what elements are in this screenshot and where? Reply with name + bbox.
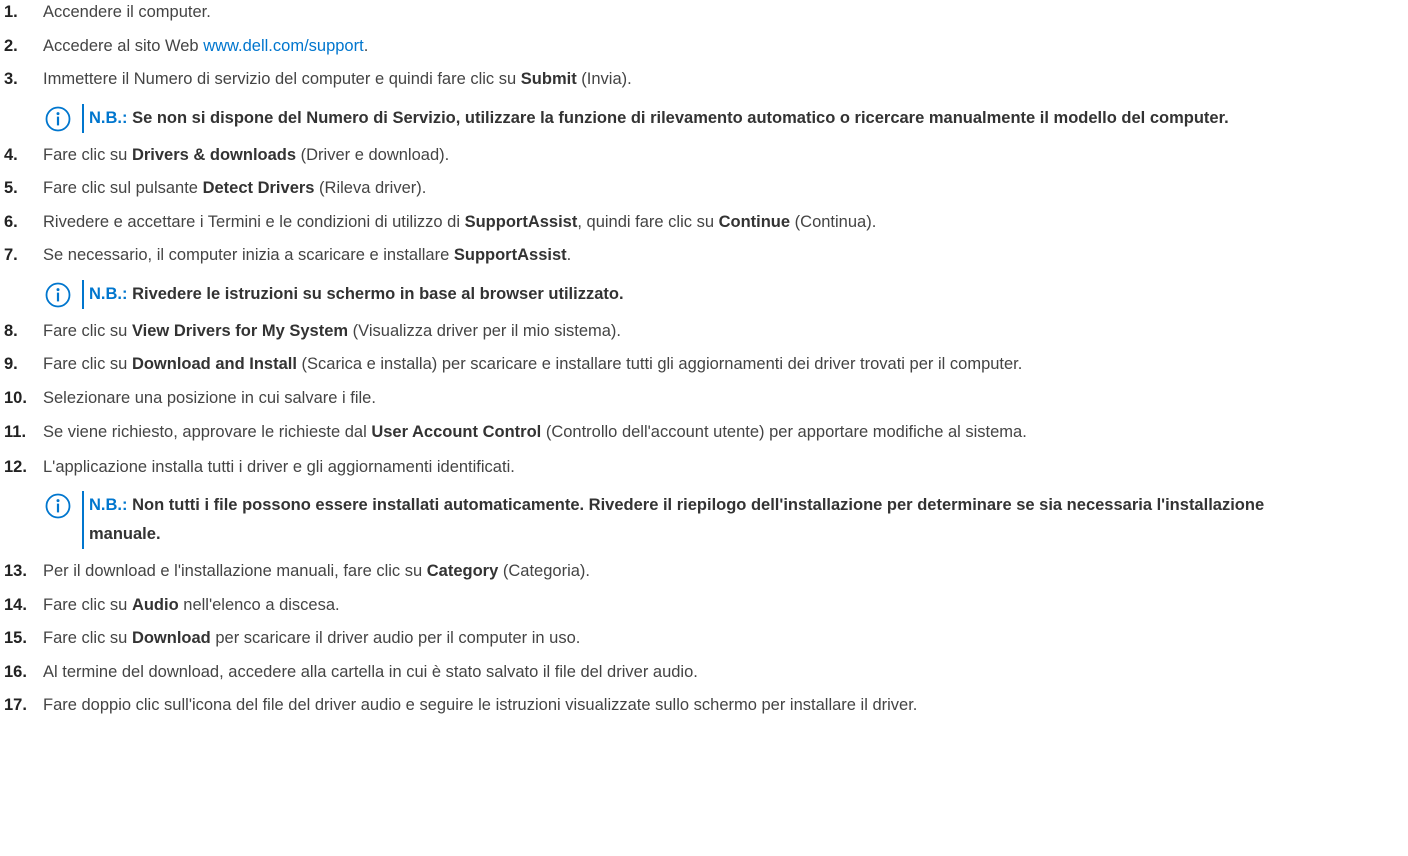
note-bar — [82, 491, 84, 549]
step-text: (Rileva driver). — [314, 179, 427, 197]
step-text: Accendere il computer. — [43, 3, 211, 21]
note-2: N.B.: Rivedere le istruzioni su schermo … — [45, 279, 1339, 309]
note-label: N.B.: — [89, 284, 128, 303]
step-number: 6. — [4, 212, 18, 231]
step-number: 9. — [4, 355, 18, 373]
step-bold-term: SupportAssist — [464, 212, 578, 231]
step-text: nell'elenco a discesa. — [178, 595, 340, 614]
step-text: (Driver e download). — [296, 145, 450, 164]
step-9: 9. Fare clic su Download and Install (Sca… — [0, 355, 1408, 374]
step-text: . — [566, 246, 572, 264]
step-text: (Controllo dell'account utente) per appo… — [541, 423, 1027, 441]
step-text: Fare clic sul pulsante — [43, 179, 203, 197]
note-bar — [82, 103, 84, 133]
note-label: N.B.: — [89, 496, 128, 514]
step-text: per scaricare il driver audio per il com… — [210, 629, 581, 647]
step-text: (Invia). — [576, 70, 632, 88]
note-label: N.B.: — [89, 108, 128, 127]
step-text: L'applicazione installa tutti i driver e… — [43, 457, 515, 476]
step-1: 1. Accendere il computer. — [0, 3, 1408, 22]
note-body: Se non si dispone del Numero di Servizio… — [127, 108, 1229, 127]
step-number: 7. — [4, 246, 18, 264]
note-1: N.B.: Se non si dispone del Numero di Se… — [45, 103, 1339, 133]
step-text: Al termine del download, accedere alla c… — [43, 662, 698, 681]
step-number: 5. — [4, 179, 18, 197]
support-link[interactable]: www.dell.com/support — [203, 37, 363, 55]
step-text: Selezionare una posizione in cui salvare… — [43, 388, 376, 407]
step-text: Fare clic su — [43, 629, 132, 647]
step-text: Se viene richiesto, approvare le richies… — [43, 423, 372, 441]
step-17: 17. Fare doppio clic sull'icona del file … — [0, 696, 1408, 715]
step-bold-term: Download — [131, 629, 211, 647]
note-text: N.B.: Rivedere le istruzioni su schermo … — [89, 280, 1339, 309]
step-bold-term: Drivers & downloads — [131, 145, 297, 164]
step-4: 4. Fare clic su Drivers & downloads (Driv… — [0, 146, 1408, 165]
note-body: Rivedere le istruzioni su schermo in bas… — [127, 284, 624, 303]
step-bold-term: User Account Control — [371, 423, 542, 441]
step-text: Fare doppio clic sull'icona del file del… — [43, 696, 918, 714]
info-icon — [45, 493, 71, 519]
step-text: Per il download e l'installazione manual… — [43, 562, 427, 580]
step-text: (Scarica e installa) per scaricare e ins… — [296, 355, 1023, 373]
step-number: 15. — [4, 629, 27, 647]
step-3: 3. Immettere il Numero di servizio del co… — [0, 70, 1408, 89]
step-bold-term: Download and Install — [131, 355, 297, 373]
step-number: 8. — [4, 321, 18, 340]
step-7: 7. Se necessario, il computer inizia a sc… — [0, 246, 1408, 265]
step-number: 1. — [4, 3, 18, 21]
instructions-page: 1. Accendere il computer. 2. Accedere al s… — [0, 0, 1408, 856]
info-icon — [45, 106, 71, 131]
step-number: 2. — [4, 36, 18, 55]
step-bold-term: Detect Drivers — [202, 179, 315, 197]
step-number: 10. — [4, 388, 27, 407]
step-text: Fare clic su — [43, 355, 132, 373]
step-number: 4. — [4, 145, 18, 164]
note-text: N.B.: Se non si dispone del Numero di Se… — [89, 104, 1339, 133]
step-text: Fare clic su — [43, 595, 132, 614]
step-8: 8. Fare clic su View Drivers for My Syste… — [0, 322, 1408, 341]
step-bold-term: Category — [426, 562, 499, 580]
step-number: 14. — [4, 595, 27, 614]
step-15: 15. Fare clic su Download per scaricare i… — [0, 629, 1408, 648]
step-text: . — [363, 36, 369, 55]
step-number: 3. — [4, 70, 18, 88]
step-10: 10. Selezionare una posizione in cui salv… — [0, 389, 1408, 408]
step-12: 12. L'applicazione installa tutti i drive… — [0, 458, 1408, 477]
note-body: Non tutti i file possono essere installa… — [89, 496, 1265, 543]
info-icon — [45, 282, 71, 307]
step-14: 14. Fare clic su Audio nell'elenco a disc… — [0, 596, 1408, 615]
step-16: 16. Al termine del download, accedere all… — [0, 663, 1408, 682]
step-bold-term: SupportAssist — [453, 246, 567, 264]
note-text: N.B.: Non tutti i file possono essere in… — [89, 491, 1339, 549]
step-text: (Continua). — [790, 212, 877, 231]
step-number: 13. — [4, 562, 27, 580]
step-bold-term: View Drivers for My System — [131, 321, 349, 340]
step-11: 11. Se viene richiesto, approvare le rich… — [0, 422, 1368, 443]
note-bar — [82, 279, 84, 309]
step-number: 11. — [4, 423, 27, 441]
step-text: Accedere al sito Web — [43, 36, 204, 55]
step-text: (Visualizza driver per il mio sistema). — [348, 321, 622, 340]
step-13: 13. Per il download e l'installazione man… — [0, 562, 1408, 581]
step-bold-term: Continue — [718, 212, 791, 231]
step-bold-term: Audio — [131, 595, 179, 614]
step-text: (Categoria). — [498, 562, 590, 580]
note-3: N.B.: Non tutti i file possono essere in… — [45, 491, 1339, 549]
step-number: 17. — [4, 696, 27, 714]
step-text: Fare clic su — [43, 321, 132, 340]
step-text: Se necessario, il computer inizia a scar… — [43, 246, 454, 264]
step-6: 6. Rivedere e accettare i Termini e le co… — [0, 213, 1408, 232]
step-text: Fare clic su — [43, 145, 132, 164]
step-2: 2. Accedere al sito Web www.dell.com/supp… — [0, 37, 1408, 56]
step-number: 16. — [4, 662, 27, 681]
step-number: 12. — [4, 457, 27, 476]
step-bold-term: Submit — [520, 70, 577, 88]
step-text: Immettere il Numero di servizio del comp… — [43, 70, 521, 88]
step-5: 5. Fare clic sul pulsante Detect Drivers … — [0, 179, 1408, 198]
step-text: , quindi fare clic su — [577, 212, 719, 231]
step-text: Rivedere e accettare i Termini e le cond… — [43, 212, 465, 231]
